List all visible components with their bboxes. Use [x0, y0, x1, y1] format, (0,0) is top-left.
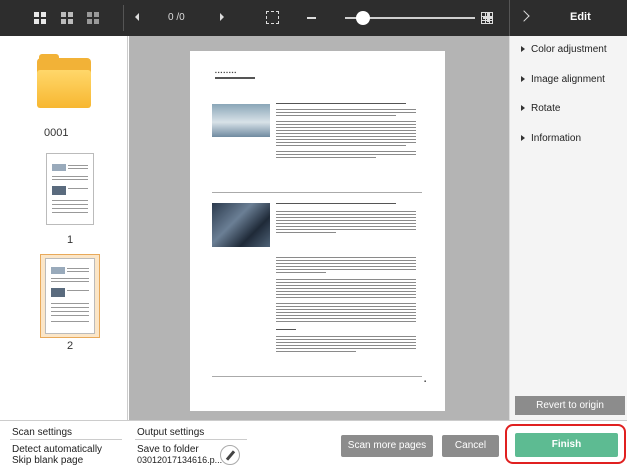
- folder-label: 0001: [44, 127, 69, 139]
- output-settings-title: Output settings: [137, 427, 205, 438]
- scan-more-pages-button[interactable]: Scan more pages: [341, 435, 433, 457]
- edit-panel-header: Edit: [509, 0, 627, 36]
- pencil-icon: [225, 450, 236, 461]
- folder-icon[interactable]: [37, 52, 91, 108]
- edit-item-information[interactable]: Information: [510, 129, 627, 151]
- edit-item-color-adjustment[interactable]: Color adjustment: [510, 40, 627, 62]
- page-preview-area[interactable]: ▪▪▪▪▪▪▪▪ ▪: [129, 36, 509, 420]
- page-thumbnail-1[interactable]: [46, 153, 94, 225]
- edit-item-label: Color adjustment: [531, 44, 607, 55]
- edit-item-image-alignment[interactable]: Image alignment: [510, 70, 627, 92]
- thumbnail-grid-icon[interactable]: [481, 12, 493, 24]
- page-photo-1: [212, 104, 270, 137]
- expand-arrow-icon: [521, 105, 525, 111]
- scan-setting-skip-blank: Skip blank page: [12, 455, 84, 466]
- thumbnail-label-1: 1: [67, 234, 74, 246]
- page-thumbnail-2[interactable]: [45, 258, 95, 334]
- page-photo-2: [212, 203, 270, 247]
- small-grid-view-icon[interactable]: [87, 12, 101, 24]
- zoom-slider-handle[interactable]: [356, 11, 371, 25]
- scanned-page-preview: ▪▪▪▪▪▪▪▪ ▪: [190, 51, 445, 411]
- scan-settings-title: Scan settings: [12, 427, 73, 438]
- collapse-panel-icon[interactable]: [518, 10, 530, 22]
- edit-panel: Color adjustment Image alignment Rotate …: [509, 36, 627, 420]
- edit-item-label: Image alignment: [531, 74, 605, 85]
- medium-grid-view-icon[interactable]: [61, 12, 75, 24]
- page-header-decoration: ▪▪▪▪▪▪▪▪: [215, 70, 238, 76]
- previous-page-icon[interactable]: [135, 13, 139, 21]
- expand-arrow-icon: [521, 46, 525, 52]
- viewer-toolbar: 0 /0: [0, 0, 509, 36]
- scan-setting-detect: Detect automatically: [12, 444, 103, 455]
- divider: [135, 439, 247, 440]
- divider: [10, 439, 122, 440]
- thumbnail-label-2: 2: [67, 340, 74, 352]
- fit-to-window-icon[interactable]: [266, 11, 279, 24]
- edit-item-label: Information: [531, 133, 582, 144]
- next-page-icon[interactable]: [220, 13, 224, 21]
- edit-panel-title: Edit: [570, 11, 591, 23]
- output-setting-save: Save to folder: [137, 444, 199, 455]
- output-setting-filename: 03012017134616.p...: [137, 455, 223, 465]
- expand-arrow-icon: [521, 76, 525, 82]
- large-grid-view-icon[interactable]: [34, 12, 48, 24]
- page-counter: 0 /0: [168, 12, 185, 23]
- zoom-out-icon[interactable]: [307, 17, 316, 19]
- page-number-mark: ▪: [424, 379, 427, 385]
- finish-button[interactable]: Finish: [515, 433, 618, 457]
- cancel-button[interactable]: Cancel: [442, 435, 499, 457]
- toolbar-divider: [123, 5, 124, 31]
- edit-output-settings-button[interactable]: [220, 445, 240, 465]
- edit-item-rotate[interactable]: Rotate: [510, 99, 627, 121]
- edit-item-label: Rotate: [531, 103, 561, 114]
- revert-to-origin-button[interactable]: Revert to origin: [515, 396, 625, 415]
- expand-arrow-icon: [521, 135, 525, 141]
